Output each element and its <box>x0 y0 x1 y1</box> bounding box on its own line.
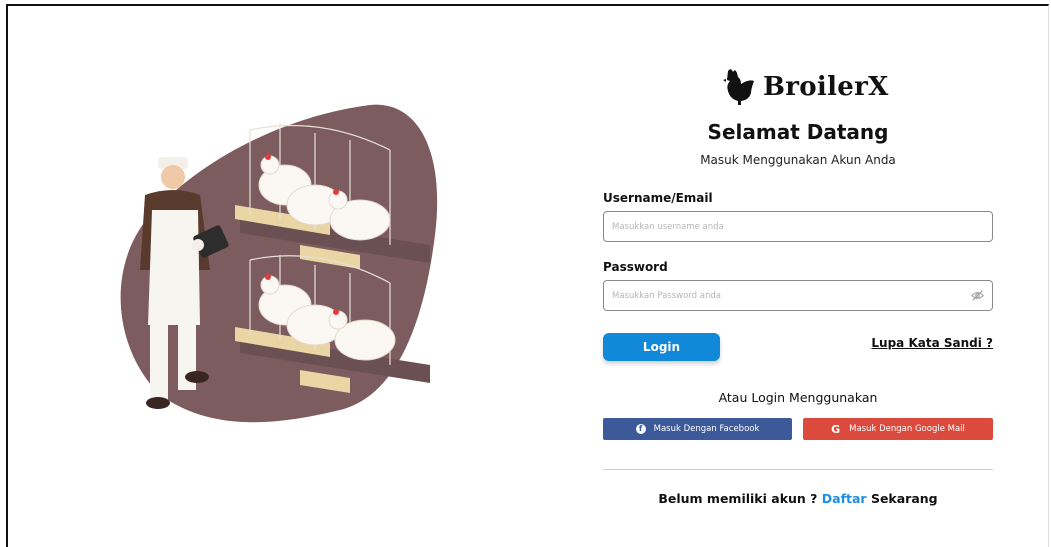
login-button[interactable]: Login <box>603 333 720 361</box>
username-label: Username/Email <box>603 191 713 205</box>
signup-prefix: Belum memiliki akun ? <box>658 491 818 506</box>
signup-link[interactable]: Daftar <box>822 491 867 506</box>
signup-prompt: Belum memiliki akun ? Daftar Sekarang <box>603 491 993 506</box>
forgot-password-link[interactable]: Lupa Kata Sandi ? <box>871 336 993 350</box>
welcome-subtitle: Masuk Menggunakan Akun Anda <box>700 153 896 167</box>
divider <box>603 469 993 470</box>
rooster-icon <box>723 69 754 105</box>
google-login-button[interactable]: G Masuk Dengan Google Mail <box>803 418 993 440</box>
facebook-icon: f <box>635 424 646 434</box>
facebook-login-label: Masuk Dengan Facebook <box>653 424 760 434</box>
brand: BroilerX <box>721 66 889 108</box>
eye-slash-icon[interactable] <box>971 289 984 302</box>
facebook-login-button[interactable]: f Masuk Dengan Facebook <box>603 418 792 440</box>
google-login-label: Masuk Dengan Google Mail <box>849 424 965 434</box>
signup-suffix: Sekarang <box>870 491 938 506</box>
poultry-farmer-illustration <box>120 104 438 423</box>
password-input[interactable] <box>603 280 993 311</box>
alt-login-heading: Atau Login Menggunakan <box>718 390 878 405</box>
google-icon: G <box>831 422 841 436</box>
welcome-title: Selamat Datang <box>707 120 889 144</box>
brand-name: BroilerX <box>763 72 889 102</box>
username-input[interactable] <box>603 211 993 242</box>
login-panel: BroilerX Selamat Datang Masuk Menggunaka… <box>603 0 993 547</box>
password-label: Password <box>603 260 668 274</box>
